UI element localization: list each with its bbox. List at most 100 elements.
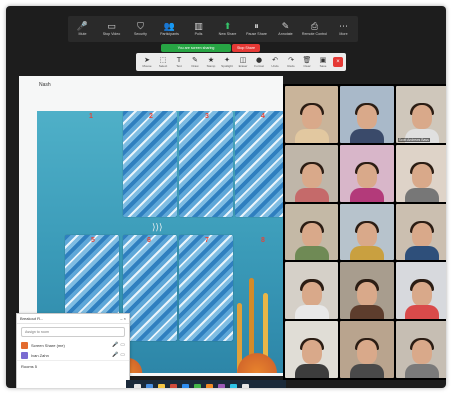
participant-shirt xyxy=(405,187,440,202)
participant-video-tile[interactable] xyxy=(395,144,446,202)
participant-shirt xyxy=(294,246,329,261)
card-number: 6 xyxy=(147,237,151,244)
toolbar-label: New Share xyxy=(218,31,237,36)
memory-card[interactable] xyxy=(123,111,177,217)
undo-icon: ↶ xyxy=(272,56,278,64)
undo-tool[interactable]: ↶ Undo xyxy=(267,56,283,68)
tool-label: Undo xyxy=(271,64,279,68)
taskbar-app-icon[interactable] xyxy=(206,383,213,388)
clear-tool[interactable]: 🗑 Clear xyxy=(299,56,315,68)
microphone-button[interactable]: 🎤 Mute xyxy=(68,16,97,42)
minimize-icon[interactable]: – xyxy=(120,316,122,321)
participant-video-tile[interactable] xyxy=(285,262,339,320)
taskbar-app-icon[interactable] xyxy=(134,383,141,388)
polls-button[interactable]: ▥ Polls xyxy=(184,16,213,42)
microphone-icon[interactable]: 🎤 xyxy=(112,352,118,358)
new-share-icon: ⬆ xyxy=(223,21,232,32)
participant-row[interactable]: Screen Share (me) 🎤 ▭ xyxy=(17,340,129,350)
microphone-icon[interactable]: 🎤 xyxy=(112,342,118,348)
annotation-toolbar: ➤ Mouse ⬚ Select T Text ✎ Draw ★ Stamp ✦ Spotlight ◫… xyxy=(136,53,346,71)
participants-icon: 👥 xyxy=(163,21,176,32)
video-button[interactable]: ▭ Stop Video xyxy=(97,16,126,42)
close-icon[interactable]: × xyxy=(124,316,126,321)
participant-video-tile[interactable] xyxy=(285,321,339,378)
remote-control-button[interactable]: ⎙ Remote Control xyxy=(300,16,329,42)
card-number: 7 xyxy=(205,237,209,244)
participant-face xyxy=(412,281,433,306)
participant-video-tile[interactable] xyxy=(340,203,394,261)
coral xyxy=(232,343,282,373)
toolbar-label: Mute xyxy=(78,31,87,36)
participant-video-tile[interactable] xyxy=(395,262,446,320)
participant-face xyxy=(412,105,433,130)
security-button[interactable]: ⛉ Security xyxy=(126,16,155,42)
participant-label: Screen Share (me) xyxy=(31,342,65,348)
participant-shirt xyxy=(349,246,384,261)
spotlight-tool[interactable]: ✦ Spotlight xyxy=(219,56,235,68)
card-number: 8 xyxy=(261,237,265,244)
windows-taskbar xyxy=(126,380,286,388)
draw-tool[interactable]: ✎ Draw xyxy=(187,56,203,68)
participant-video-tile[interactable] xyxy=(285,203,339,261)
participant-video-tile[interactable] xyxy=(285,86,339,143)
text-tool[interactable]: T Text xyxy=(171,56,187,68)
eraser-tool[interactable]: ◫ Eraser xyxy=(235,56,251,68)
save-tool[interactable]: ▣ Save xyxy=(315,56,331,68)
taskbar-app-icon[interactable] xyxy=(242,383,249,388)
taskbar-app-icon[interactable] xyxy=(182,383,189,388)
participant-video-tile[interactable] xyxy=(340,321,394,378)
memory-card[interactable] xyxy=(235,111,283,217)
participant-video-tile[interactable] xyxy=(340,86,394,143)
participant-gallery: Scott Andrews Bass xyxy=(283,84,446,380)
video-icon[interactable]: ▭ xyxy=(120,342,125,348)
taskbar-app-icon[interactable] xyxy=(170,383,177,388)
participant-name: Scott Andrews Bass xyxy=(397,137,430,142)
stamp-tool[interactable]: ★ Stamp xyxy=(203,56,219,68)
avatar xyxy=(21,351,28,359)
participant-face xyxy=(356,281,377,306)
participant-video-tile[interactable] xyxy=(285,144,339,202)
participant-video-tile[interactable] xyxy=(395,321,446,378)
participant-row[interactable]: Ivan Zahn 🎤 ▭ xyxy=(17,350,129,360)
taskbar-app-icon[interactable] xyxy=(194,383,201,388)
stop-share-button[interactable]: Stop Share xyxy=(232,44,260,52)
participant-shirt xyxy=(294,128,329,143)
remote-control-icon: ⎙ xyxy=(310,21,319,32)
participants-button[interactable]: 👥 Participants xyxy=(155,16,184,42)
taskbar-app-icon[interactable] xyxy=(230,383,237,388)
participant-face xyxy=(356,222,377,247)
redo-tool[interactable]: ↷ Redo xyxy=(283,56,299,68)
annotate-button[interactable]: ✎ Annotate xyxy=(271,16,300,42)
taskbar-app-icon[interactable] xyxy=(218,383,225,388)
more-button[interactable]: ⋯ More xyxy=(329,16,358,42)
close-annotation-button[interactable]: × xyxy=(333,57,343,67)
stamp-icon: ★ xyxy=(207,56,215,64)
video-icon[interactable]: ▭ xyxy=(120,352,125,358)
security-icon: ⛉ xyxy=(137,21,144,32)
taskbar-app-icon[interactable] xyxy=(146,383,153,388)
participant-video-tile[interactable] xyxy=(340,262,394,320)
taskbar-app-icon[interactable] xyxy=(158,383,165,388)
participant-shirt xyxy=(349,305,384,320)
assign-search-input[interactable]: Assign to room xyxy=(21,327,125,337)
card-number: 5 xyxy=(91,237,95,244)
participant-video-tile[interactable]: Scott Andrews Bass xyxy=(395,86,446,143)
polls-icon: ▥ xyxy=(194,21,203,32)
pause-share-button[interactable]: ⏸ Pause Share xyxy=(242,16,271,42)
format-tool[interactable]: ● Format xyxy=(251,56,267,68)
mouse-tool[interactable]: ➤ Mouse xyxy=(139,56,155,68)
participant-face xyxy=(301,222,322,247)
select-tool[interactable]: ⬚ Select xyxy=(155,56,171,68)
participant-shirt xyxy=(294,363,329,378)
memory-card[interactable] xyxy=(179,111,233,217)
memory-card[interactable] xyxy=(123,235,177,341)
participant-video-tile[interactable] xyxy=(340,144,394,202)
meeting-controls-bar: 🎤 Mute ▭ Stop Video ⛉ Security 👥 Participants ▥ P… xyxy=(68,16,358,42)
mouse-icon: ➤ xyxy=(144,56,150,64)
new-share-button[interactable]: ⬆ New Share xyxy=(213,16,242,42)
memory-card[interactable] xyxy=(179,235,233,341)
toolbar-label: Annotate xyxy=(278,31,293,36)
participant-face xyxy=(356,164,377,189)
zoom-window: 🎤 Mute ▭ Stop Video ⛉ Security 👥 Participants ▥ P… xyxy=(6,6,446,388)
participant-video-tile[interactable] xyxy=(395,203,446,261)
